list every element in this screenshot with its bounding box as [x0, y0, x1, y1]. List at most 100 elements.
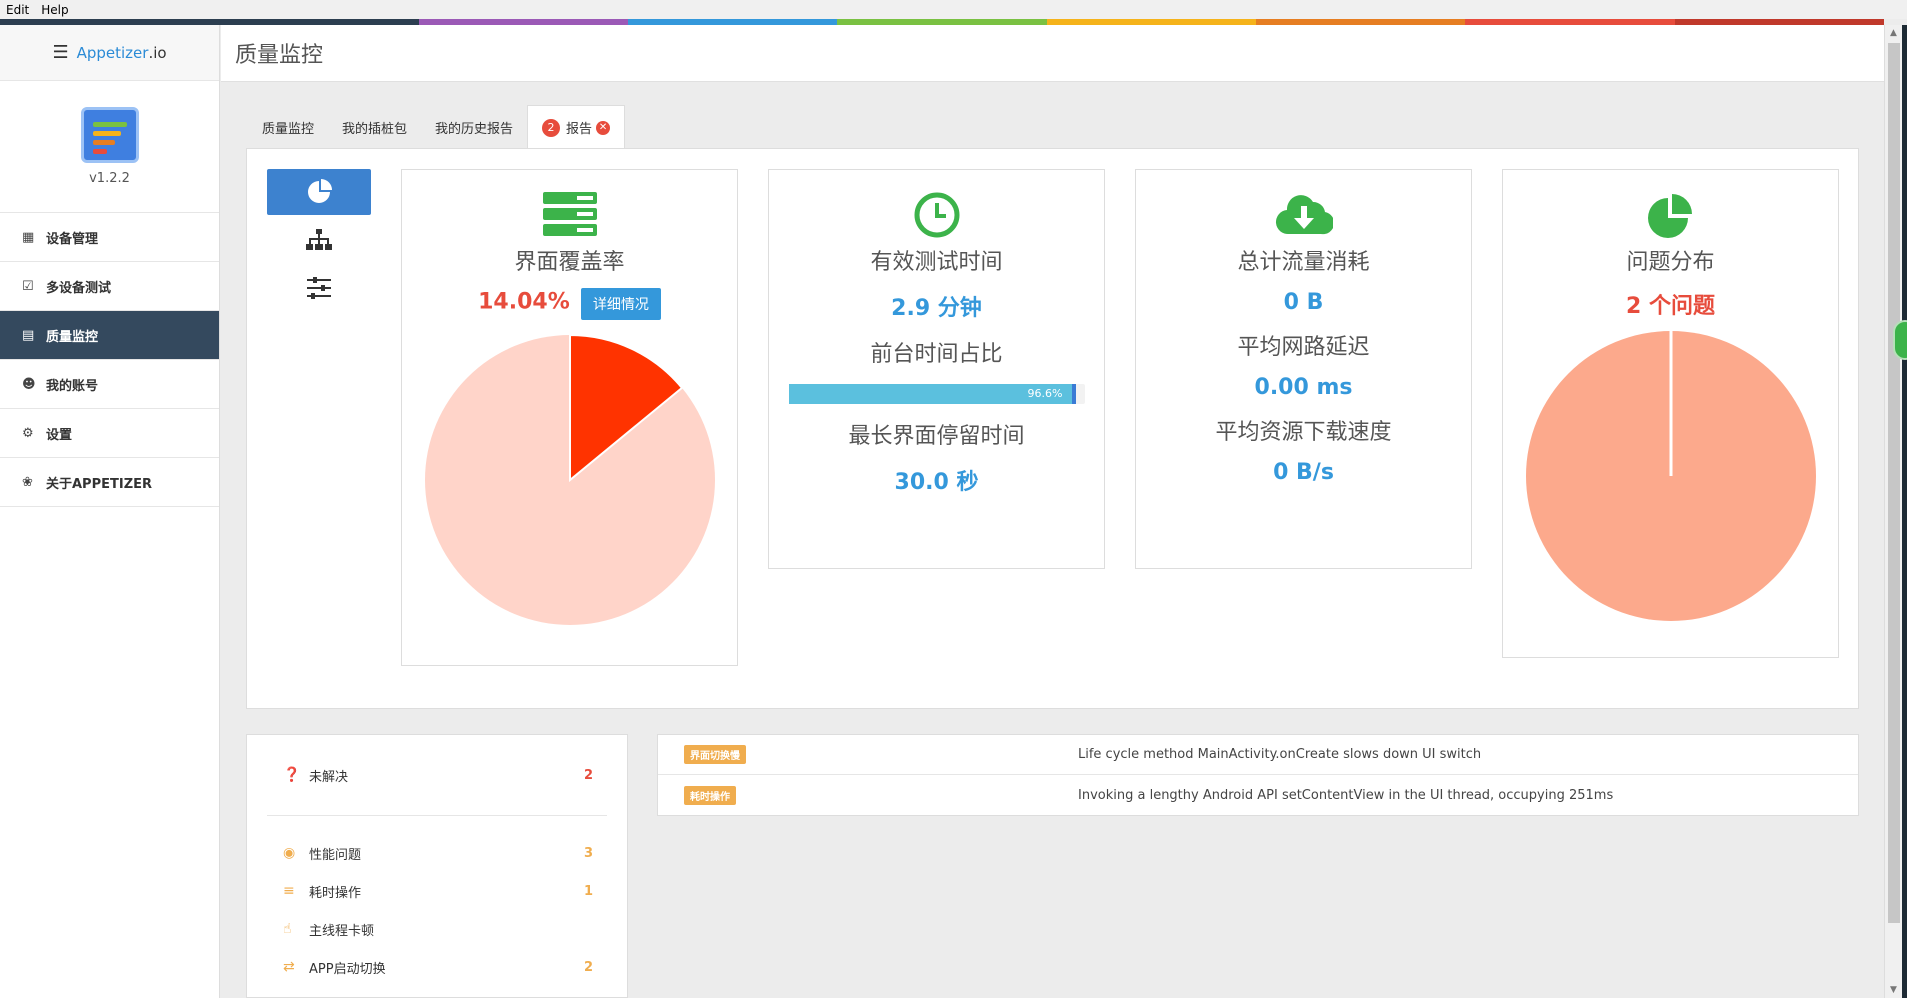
- category-label: APP启动切换: [309, 961, 386, 977]
- issue-summary-panel: ❓ 未解决 2 ◉ 性能问题 3 ≡ 耗时操作 1 ☝ 主线程卡顿 ⇄ APP启…: [246, 734, 628, 998]
- tab-quality-monitor[interactable]: 质量监控: [248, 105, 328, 149]
- tab-report[interactable]: 2 报告 ✕: [527, 105, 626, 149]
- issue-message: Life cycle method MainActivity.onCreate …: [1078, 747, 1482, 762]
- sidebar-item-label: 我的账号: [46, 378, 99, 394]
- list-item[interactable]: 耗时操作 Invoking a lengthy Android API setC…: [658, 775, 1858, 815]
- issue-distribution-title: 问题分布: [1626, 250, 1715, 275]
- unresolved-row[interactable]: ❓ 未解决 2: [283, 763, 593, 787]
- download-speed-value: 0 B/s: [1273, 460, 1334, 485]
- issue-tag: 界面切换慢: [684, 745, 746, 764]
- checkbox-icon: ☑: [22, 278, 34, 294]
- sidebar-item-label: 关于APPETIZER: [46, 476, 153, 492]
- category-label: 性能问题: [309, 847, 362, 863]
- issue-tag: 耗时操作: [684, 785, 736, 805]
- sidebar-item-settings[interactable]: ⚙ 设置: [0, 409, 219, 458]
- tab-history-reports[interactable]: 我的历史报告: [421, 105, 527, 149]
- network-card: 总计流量消耗 0 B 平均网路延迟 0.00 ms 平均资源下载速度 0 B/s: [1135, 169, 1472, 569]
- app-version: v1.2.2: [89, 171, 130, 186]
- issue-message: Invoking a lengthy Android API setConten…: [1078, 787, 1614, 803]
- details-button[interactable]: 详细情况: [580, 288, 661, 320]
- sidebar-item-account[interactable]: ☻ 我的账号: [0, 360, 219, 409]
- category-slow-operation[interactable]: ≡ 耗时操作 1: [283, 879, 593, 903]
- foreground-ratio-title: 前台时间占比: [870, 342, 1003, 367]
- progress-label: 96.6%: [1027, 387, 1063, 400]
- issue-distribution-card: 问题分布 2 个问题: [1502, 169, 1839, 658]
- longest-stay-value: 30.0 秒: [894, 470, 979, 495]
- latency-title: 平均网路延迟: [1237, 335, 1370, 360]
- tab-label: 我的插桩包: [342, 121, 408, 137]
- sidebar-item-label: 质量监控: [46, 329, 99, 345]
- list-icon: ▤: [22, 327, 35, 343]
- category-main-thread-jank[interactable]: ☝ 主线程卡顿: [283, 917, 593, 941]
- filter-view-button[interactable]: [267, 265, 371, 311]
- latency-value: 0.00 ms: [1254, 375, 1353, 400]
- tab-label: 质量监控: [262, 121, 315, 137]
- traffic-title: 总计流量消耗: [1237, 250, 1370, 275]
- category-app-switch[interactable]: ⇄ APP启动切换 2: [283, 955, 593, 979]
- grid-icon: ▦: [22, 229, 35, 245]
- sidebar: ☰ Appetizer .io v1.2.2 ▦ 设备管理 ☑ 多设备测试 ▤ 质…: [0, 25, 220, 998]
- report-panel: 界面覆盖率 14.04% 详细情况 有效测试时间 2.9 分钟 前台时间占比 9…: [246, 148, 1859, 709]
- dashboard-icon: ◉: [283, 845, 296, 861]
- scroll-up-icon[interactable]: ▲: [1885, 25, 1902, 41]
- category-label: 耗时操作: [309, 885, 362, 901]
- scroll-thumb[interactable]: [1888, 43, 1900, 923]
- sitemap-icon: [306, 229, 332, 250]
- menu-edit[interactable]: Edit: [6, 3, 29, 17]
- category-count: 2: [583, 959, 593, 975]
- sidebar-item-quality-monitor[interactable]: ▤ 质量监控: [0, 311, 219, 360]
- divider: [267, 815, 607, 816]
- sliders-icon: ≡: [283, 883, 295, 899]
- traffic-value: 0 B: [1283, 290, 1324, 315]
- pie-chart-icon: [308, 179, 332, 203]
- scroll-down-icon[interactable]: ▼: [1885, 982, 1902, 998]
- swap-icon: ⇄: [283, 959, 295, 975]
- tab-badge: 2: [542, 118, 561, 137]
- menu-bar: Edit Help: [0, 0, 1907, 19]
- user-icon: ☻: [22, 376, 36, 392]
- test-time-title: 有效测试时间: [870, 250, 1003, 275]
- floating-widget[interactable]: [1893, 320, 1907, 360]
- sliders-icon: [307, 277, 331, 299]
- gear-icon: ⚙: [22, 425, 34, 441]
- coverage-title: 界面覆盖率: [514, 250, 625, 275]
- category-count: 1: [583, 883, 593, 899]
- page-title: 质量监控: [221, 25, 1884, 82]
- progress-marker: [1072, 384, 1077, 404]
- clock-icon: [914, 192, 959, 238]
- app-logo-icon: [80, 107, 139, 163]
- tab-my-packages[interactable]: 我的插桩包: [328, 105, 421, 149]
- issue-list: 界面切换慢 Life cycle method MainActivity.onC…: [657, 734, 1859, 816]
- category-label: 主线程卡顿: [309, 923, 375, 939]
- sidebar-item-label: 设备管理: [46, 231, 99, 247]
- pie-chart-icon: [1647, 194, 1692, 238]
- tab-label: 报告: [566, 122, 593, 137]
- category-performance[interactable]: ◉ 性能问题 3: [283, 841, 593, 865]
- issue-pie-chart: [1525, 331, 1816, 621]
- download-speed-title: 平均资源下载速度: [1215, 420, 1392, 445]
- menu-help[interactable]: Help: [41, 3, 68, 17]
- leaf-icon: ❀: [22, 474, 33, 490]
- coverage-pie-chart: [424, 333, 715, 625]
- vertical-scrollbar[interactable]: ▲ ▼: [1884, 25, 1902, 998]
- category-count: 3: [583, 845, 593, 861]
- hamburger-icon[interactable]: ☰: [52, 42, 68, 63]
- tab-bar: 质量监控 我的插桩包 我的历史报告 2 报告 ✕: [248, 105, 626, 149]
- sidebar-item-device-management[interactable]: ▦ 设备管理: [0, 213, 219, 262]
- list-item[interactable]: 界面切换慢 Life cycle method MainActivity.onC…: [658, 735, 1858, 775]
- app-info: v1.2.2: [0, 81, 219, 213]
- sidebar-item-label: 设置: [46, 427, 73, 443]
- brand-name: Appetizer: [76, 43, 149, 62]
- brand-suffix: .io: [148, 43, 167, 62]
- issue-count: 2 个问题: [1626, 294, 1715, 319]
- pie-view-button[interactable]: [267, 169, 371, 215]
- longest-stay-title: 最长界面停留时间: [848, 424, 1025, 449]
- sidebar-item-about[interactable]: ❀ 关于APPETIZER: [0, 458, 219, 507]
- sidebar-item-multi-device-test[interactable]: ☑ 多设备测试: [0, 262, 219, 311]
- brand[interactable]: ☰ Appetizer .io: [0, 25, 219, 81]
- sidebar-item-label: 多设备测试: [46, 280, 112, 296]
- close-icon[interactable]: ✕: [596, 120, 611, 135]
- coverage-value: 14.04%: [478, 289, 570, 315]
- tree-view-button[interactable]: [267, 217, 371, 263]
- test-time-card: 有效测试时间 2.9 分钟 前台时间占比 96.6% 最长界面停留时间 30.0…: [768, 169, 1105, 569]
